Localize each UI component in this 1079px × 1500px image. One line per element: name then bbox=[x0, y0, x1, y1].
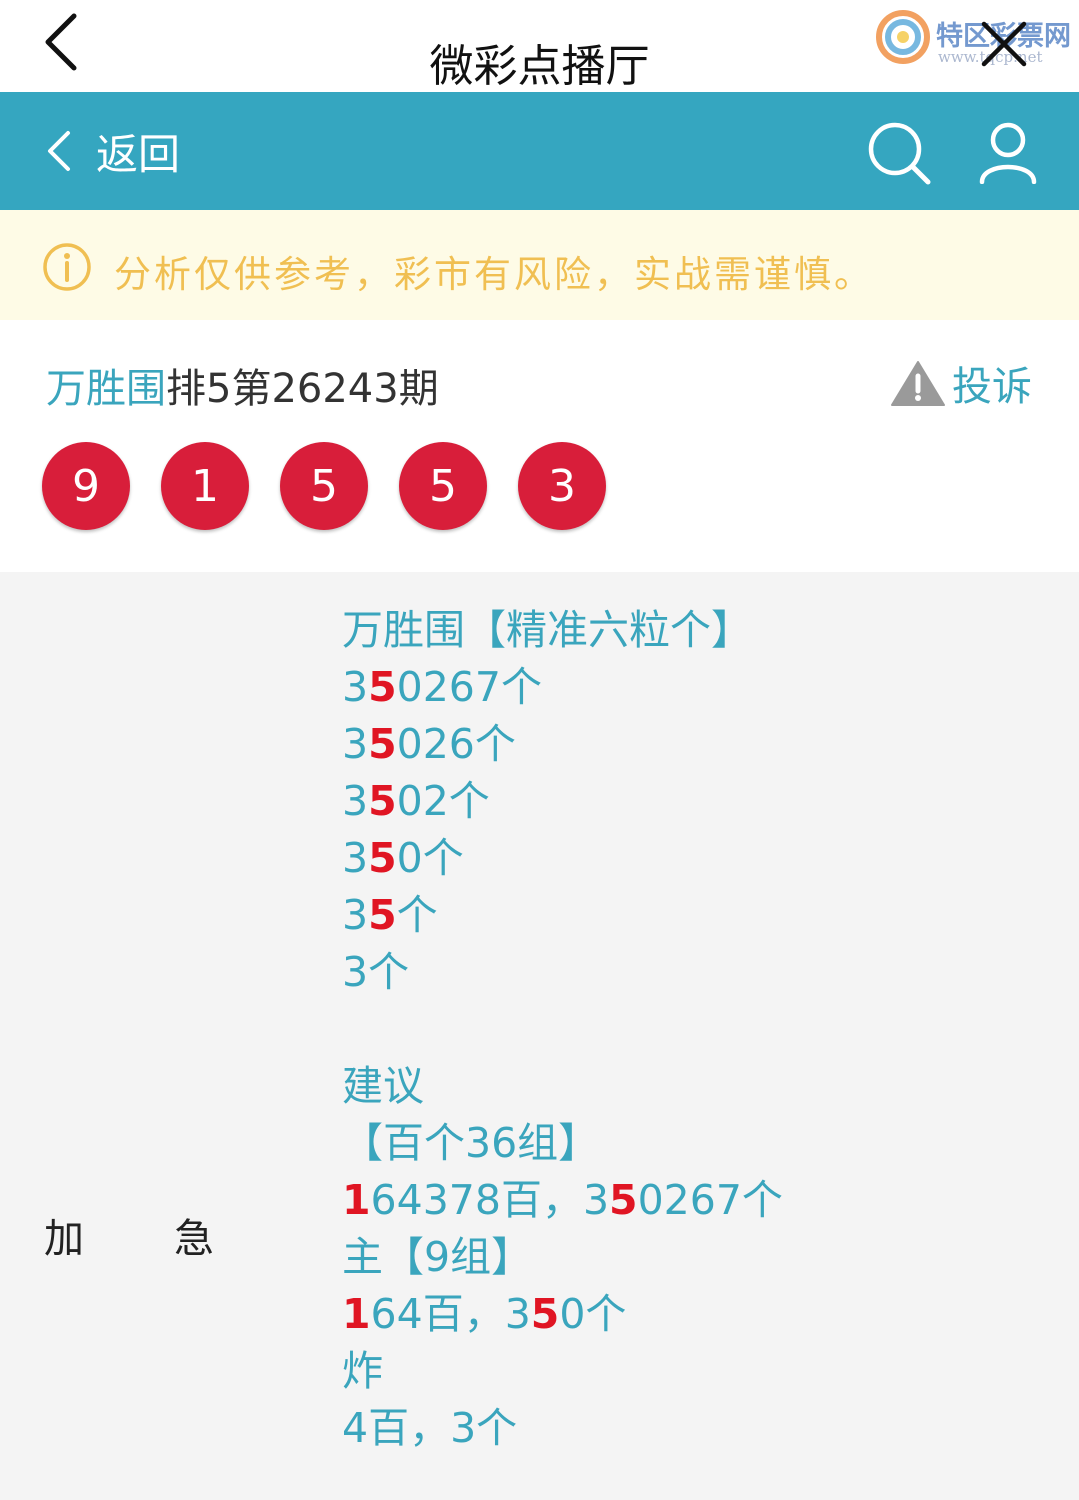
warning-icon bbox=[891, 361, 945, 406]
issue-number: 排5第26243期 bbox=[166, 366, 439, 412]
chevron-left-icon bbox=[48, 131, 70, 171]
rec-title: 万胜围【精准六粒个】 bbox=[342, 606, 752, 654]
search-icon[interactable] bbox=[866, 120, 932, 186]
back-label: 返回 bbox=[96, 129, 181, 179]
top-bar: 微彩点播厅 特区彩票网 www.tqcp.net bbox=[0, 0, 1079, 92]
draw-ball: 1 bbox=[161, 442, 249, 530]
bomb-line: 4百，3个 bbox=[342, 1404, 518, 1452]
back-button[interactable]: 返回 bbox=[44, 124, 180, 179]
rec-line-two: 35个 bbox=[342, 891, 438, 939]
rec-line-one: 3个 bbox=[342, 948, 410, 996]
watermark-logo-icon bbox=[876, 10, 930, 64]
report-button[interactable]: 投诉 bbox=[890, 354, 1032, 412]
issue-heading: 万胜围排5第26243期 bbox=[46, 356, 439, 414]
label-urgent-2: 急 bbox=[174, 1216, 214, 1262]
close-icon[interactable] bbox=[978, 18, 1030, 70]
draw-ball: 9 bbox=[42, 442, 130, 530]
main-line: 164百，350个 bbox=[342, 1290, 627, 1338]
main-title: 主【9组】 bbox=[342, 1233, 533, 1281]
risk-notice: 分析仅供参考，彩市有风险，实战需谨慎。 bbox=[0, 210, 1079, 320]
draw-ball: 5 bbox=[399, 442, 487, 530]
bomb-title: 炸 bbox=[342, 1347, 383, 1395]
rec-line-five: 35026个 bbox=[342, 720, 516, 768]
issue-card: 万胜围排5第26243期 投诉 9 1 5 5 3 bbox=[0, 320, 1079, 572]
recommendation-content: 万胜围【精准六粒个】 350267个 35026个 3502个 350个 35个… bbox=[342, 602, 783, 1457]
report-label: 投诉 bbox=[952, 364, 1032, 410]
group36-line: 164378百，350267个 bbox=[342, 1176, 783, 1224]
brand-name[interactable]: 万胜围 bbox=[46, 366, 166, 412]
draw-ball: 5 bbox=[280, 442, 368, 530]
watermark: 特区彩票网 www.tqcp.net bbox=[876, 6, 1076, 68]
rec-line-six: 350267个 bbox=[342, 663, 542, 711]
user-icon[interactable] bbox=[976, 120, 1040, 184]
rec-line-four: 3502个 bbox=[342, 777, 490, 825]
label-urgent-1: 加 bbox=[44, 1216, 84, 1262]
group36-title: 【百个36组】 bbox=[342, 1119, 600, 1167]
recommendation-area: 加 急 万胜围【精准六粒个】 350267个 35026个 3502个 350个… bbox=[0, 572, 1079, 1500]
nav-bar: 返回 bbox=[0, 92, 1079, 210]
advice-title: 建议 bbox=[342, 1062, 424, 1110]
notice-text: 分析仅供参考，彩市有风险，实战需谨慎。 bbox=[114, 253, 874, 296]
rec-line-three: 350个 bbox=[342, 834, 464, 882]
draw-ball: 3 bbox=[518, 442, 606, 530]
info-icon bbox=[43, 243, 91, 291]
draw-balls: 9 1 5 5 3 bbox=[42, 442, 637, 530]
